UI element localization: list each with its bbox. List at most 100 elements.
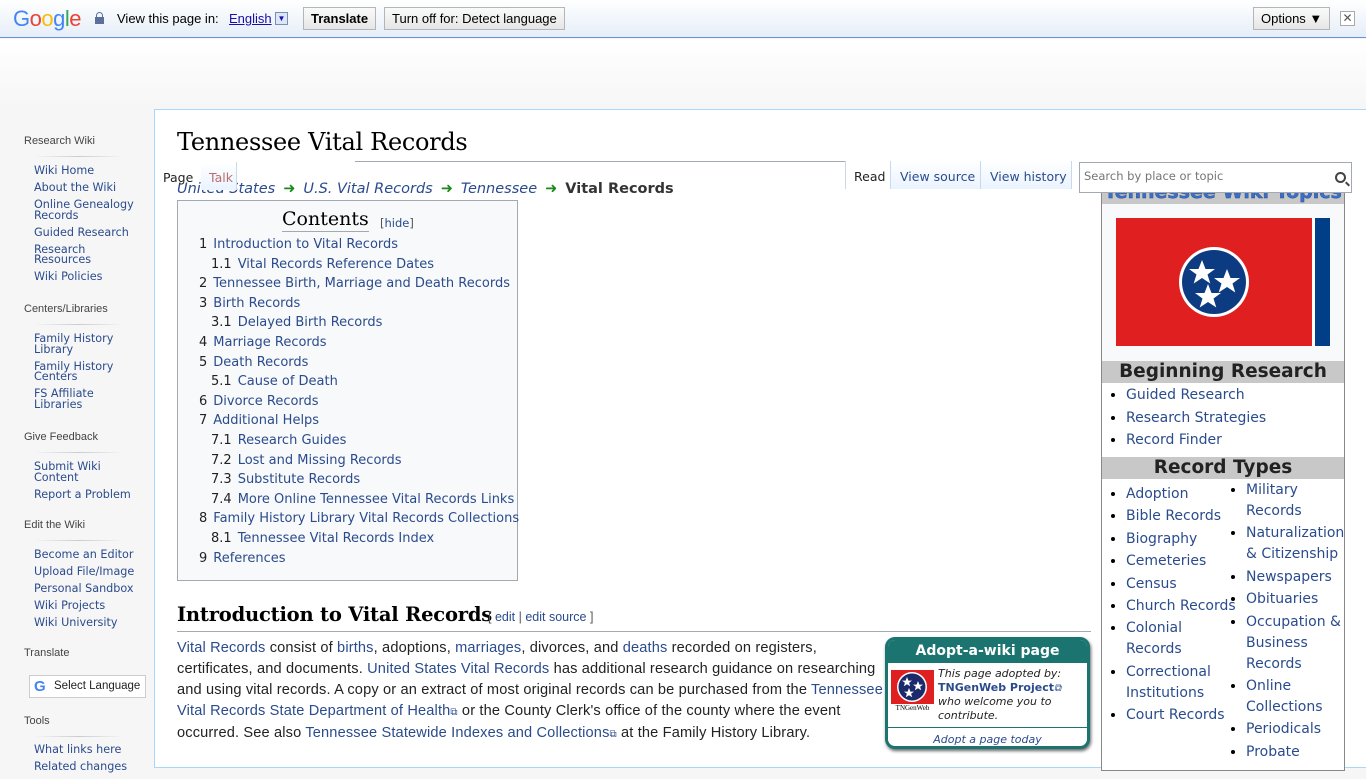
sidebar-item[interactable]: Online Genealogy Records — [34, 198, 134, 222]
sidebar-item[interactable]: What links here — [34, 743, 121, 756]
topic-link[interactable]: Research Strategies — [1126, 410, 1266, 426]
topic-link[interactable]: Newspapers — [1246, 569, 1332, 585]
toc-link[interactable]: Delayed Birth Records — [238, 315, 383, 330]
sidebar-item[interactable]: Become an Editor — [34, 548, 134, 561]
sidebar-item[interactable]: Personal Sandbox — [34, 582, 134, 595]
toc-link[interactable]: Marriage Records — [213, 335, 326, 350]
tab-view-source[interactable]: View source — [890, 161, 980, 189]
paragraph-link[interactable]: United States Vital Records — [367, 661, 549, 677]
topic-link[interactable]: Adoption — [1126, 486, 1189, 502]
toc-item: 6 Divorce Records — [199, 394, 519, 414]
toc-link[interactable]: Substitute Records — [238, 472, 360, 487]
sidebar-item[interactable]: Report a Problem — [34, 488, 131, 501]
toc-link[interactable]: Lost and Missing Records — [238, 453, 402, 468]
topic-link[interactable]: Correctional Institutions — [1126, 664, 1211, 701]
google-translate-bar: Google View this page in: English ▼ Tran… — [0, 0, 1366, 38]
topic-link[interactable]: Online Collections — [1246, 678, 1323, 715]
sidebar-item[interactable]: Related changes — [34, 760, 127, 773]
toc-link[interactable]: Tennessee Vital Records Index — [238, 531, 435, 546]
list-item: Periodicals — [1246, 719, 1346, 740]
tab-read[interactable]: Read — [845, 161, 890, 189]
toc-link[interactable]: Cause of Death — [238, 374, 338, 389]
breadcrumb-link[interactable]: Tennessee — [461, 181, 537, 197]
tennessee-wiki-topics-infobox: Tennessee Wiki Topics Beginning Research… — [1101, 181, 1345, 771]
list-item: Obituaries — [1246, 589, 1346, 610]
sidebar-heading: Edit the Wiki — [24, 519, 86, 531]
toc-link[interactable]: Research Guides — [238, 433, 347, 448]
toc-link[interactable]: Vital Records Reference Dates — [238, 257, 434, 272]
adopter-link[interactable]: TNGenWeb Project — [938, 681, 1054, 694]
paragraph-link[interactable]: births — [337, 640, 374, 656]
topic-link[interactable]: Naturalization & Citizenship — [1246, 525, 1344, 562]
tab-page[interactable]: Page — [163, 162, 193, 190]
sidebar-item[interactable]: About the Wiki — [34, 181, 116, 194]
translate-button[interactable]: Translate — [303, 7, 377, 30]
paragraph-link[interactable]: marriages — [455, 640, 521, 656]
topic-link[interactable]: Court Records — [1126, 707, 1225, 723]
close-icon[interactable]: ✕ — [1340, 11, 1355, 26]
toc-link[interactable]: Additional Helps — [213, 413, 319, 428]
topic-link[interactable]: Military Records — [1246, 482, 1302, 519]
sidebar-item[interactable]: Guided Research — [34, 226, 129, 239]
topic-link[interactable]: Periodicals — [1246, 721, 1321, 737]
section-edit-links: [ edit | edit source ] — [488, 610, 594, 624]
table-of-contents: Contents [hide] 1 Introduction to Vital R… — [177, 200, 519, 581]
language-link[interactable]: English — [229, 11, 272, 26]
paragraph-link[interactable]: deaths — [623, 640, 668, 656]
turn-off-button[interactable]: Turn off for: Detect language — [384, 7, 565, 30]
topic-link[interactable]: Cemeteries — [1126, 553, 1206, 569]
topic-link[interactable]: Record Finder — [1126, 432, 1222, 448]
sidebar-list-feedback: Submit Wiki Content Report a Problem — [34, 460, 131, 507]
adopt-page-link[interactable]: Adopt a page today — [888, 727, 1087, 746]
list-item: Court Records — [1126, 705, 1236, 726]
toc-number: 7.1 — [211, 432, 232, 448]
options-button[interactable]: Options ▼ — [1253, 7, 1331, 30]
topic-link[interactable]: Obituaries — [1246, 591, 1318, 607]
sidebar-item[interactable]: Wiki Home — [34, 164, 94, 177]
toc-link[interactable]: Family History Library Vital Records Col… — [213, 511, 519, 526]
language-dropdown-icon[interactable]: ▼ — [275, 12, 288, 25]
sidebar-item[interactable]: Upload File/Image — [34, 565, 134, 578]
view-page-in-label: View this page in: — [117, 11, 219, 26]
topic-link[interactable]: Biography — [1126, 531, 1197, 547]
sidebar-heading: Translate — [24, 647, 70, 659]
sidebar-item[interactable]: Wiki Projects — [34, 599, 105, 612]
toc-link[interactable]: Tennessee Birth, Marriage and Death Reco… — [213, 276, 510, 291]
logo-letter: G — [13, 6, 30, 31]
paragraph-link[interactable]: Vital Records — [177, 640, 265, 656]
toc-link[interactable]: Divorce Records — [213, 394, 318, 409]
main-content: Tennessee Vital Records United States➜U.… — [154, 109, 1366, 771]
edit-link[interactable]: edit — [495, 610, 515, 624]
topic-link[interactable]: Occupation & Business Records — [1246, 614, 1341, 672]
toc-link[interactable]: Introduction to Vital Records — [213, 237, 398, 252]
topic-link[interactable]: Census — [1126, 576, 1177, 592]
edit-source-link[interactable]: edit source — [525, 610, 586, 624]
tab-view-history[interactable]: View history — [980, 161, 1072, 189]
toc-link[interactable]: Birth Records — [213, 296, 300, 311]
breadcrumb-link[interactable]: U.S. Vital Records — [303, 181, 432, 197]
toc-number: 3.1 — [211, 315, 232, 331]
sidebar-item[interactable]: Submit Wiki Content — [34, 460, 101, 484]
paragraph-link[interactable]: Tennessee Statewide Indexes and Collecti… — [305, 725, 609, 741]
topic-link[interactable]: Probate — [1246, 744, 1300, 760]
toc-link[interactable]: More Online Tennessee Vital Records Link… — [238, 492, 515, 507]
breadcrumb-current: Vital Records — [565, 181, 674, 197]
toc-hide-link[interactable]: hide — [385, 216, 410, 230]
tab-talk[interactable]: Talk — [201, 162, 237, 190]
sidebar-item[interactable]: Family History Library — [34, 332, 113, 356]
topic-link[interactable]: Bible Records — [1126, 508, 1221, 524]
toc-item: 7 Additional Helps — [199, 413, 519, 433]
sidebar-item[interactable]: Wiki University — [34, 616, 118, 629]
sidebar-item[interactable]: Research Resources — [34, 243, 91, 267]
sidebar-item[interactable]: FS Affiliate Libraries — [34, 387, 94, 411]
toc-link[interactable]: References — [213, 551, 285, 566]
sidebar-item[interactable]: Wiki Policies — [34, 270, 102, 283]
topic-link[interactable]: Guided Research — [1126, 387, 1245, 403]
sidebar-item[interactable]: Family History Centers — [34, 360, 113, 384]
toc-link[interactable]: Death Records — [213, 355, 308, 370]
search-input[interactable] — [1080, 163, 1325, 189]
search-icon[interactable] — [1335, 172, 1346, 183]
select-language-dropdown[interactable]: G Select Language — [29, 675, 146, 698]
topic-link[interactable]: Church Records — [1126, 598, 1236, 614]
topic-link[interactable]: Colonial Records — [1126, 620, 1182, 657]
